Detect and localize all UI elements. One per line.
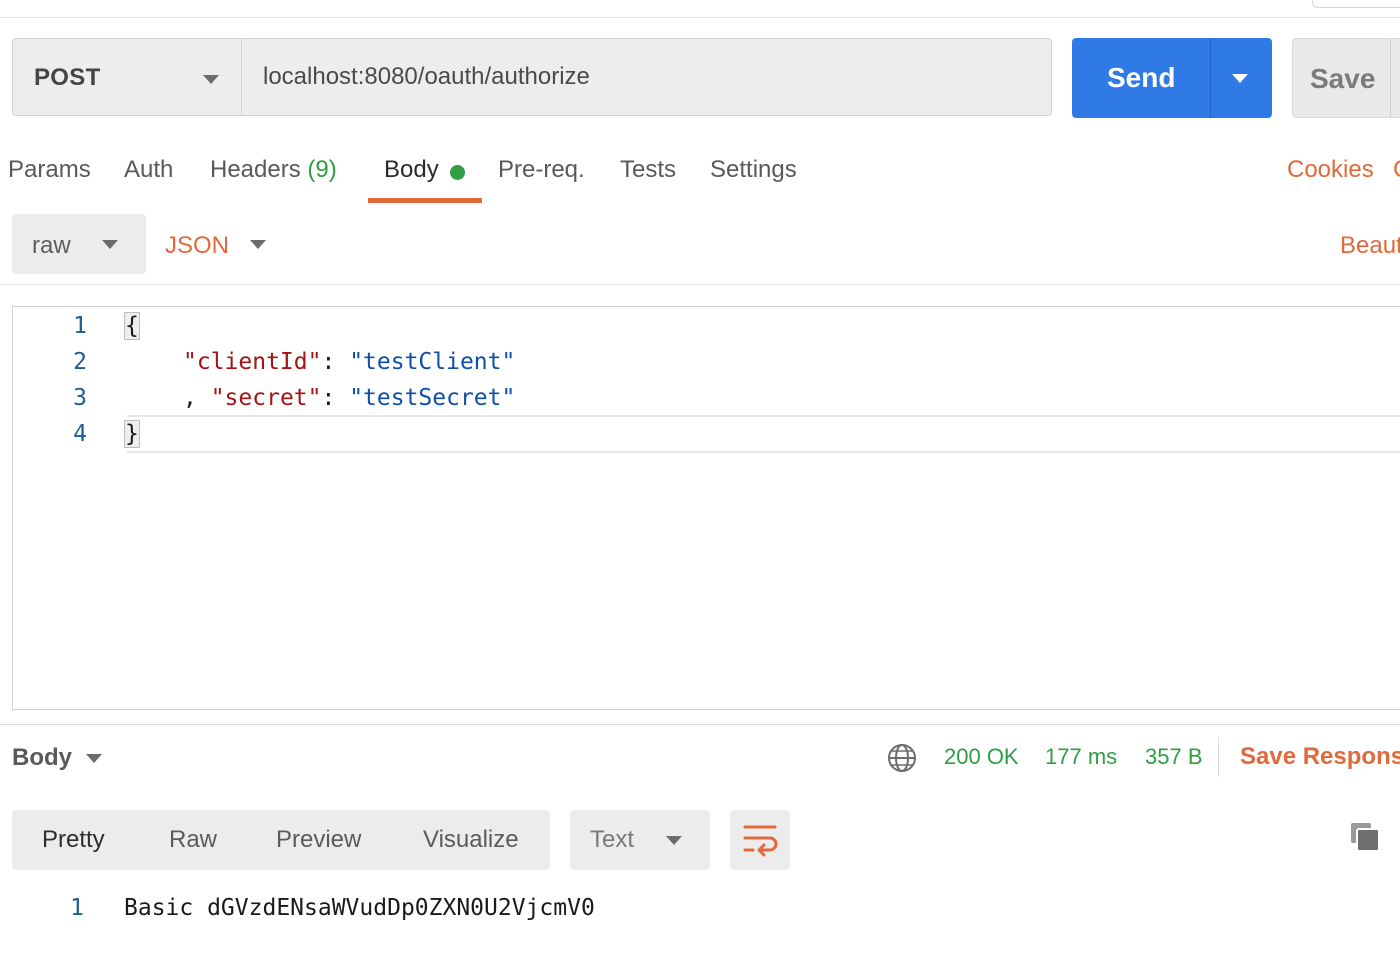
response-section-select[interactable]: Body xyxy=(12,744,72,772)
panel-divider[interactable] xyxy=(0,724,1400,725)
code-line-4: } xyxy=(124,420,140,448)
json-string: "testClient" xyxy=(349,349,516,375)
json-colon: : xyxy=(321,385,350,411)
json-comma: , xyxy=(183,385,211,411)
json-string: "testSecret" xyxy=(349,385,516,411)
send-label: Send xyxy=(1107,62,1176,93)
send-options-chevron-icon[interactable] xyxy=(1232,74,1248,83)
view-tab-preview[interactable]: Preview xyxy=(276,826,361,854)
top-right-control[interactable] xyxy=(1312,0,1400,8)
json-key: "clientId" xyxy=(183,349,322,375)
tab-headers[interactable]: Headers (9) xyxy=(210,156,337,184)
line-number: 4 xyxy=(73,421,87,447)
code-line-1: { xyxy=(124,312,140,340)
url-value: localhost:8080/oauth/authorize xyxy=(263,63,590,90)
language-select[interactable]: JSON xyxy=(165,232,229,260)
method-label: POST xyxy=(34,64,101,91)
tab-params[interactable]: Params xyxy=(8,156,91,184)
view-tab-raw[interactable]: Raw xyxy=(169,826,217,854)
body-active-dot-icon xyxy=(450,165,465,180)
status-code[interactable]: 200 OK xyxy=(944,744,1019,770)
json-colon: : xyxy=(321,349,350,375)
line-number: 2 xyxy=(73,349,87,375)
view-tab-pretty[interactable]: Pretty xyxy=(42,826,105,854)
beautify-link[interactable]: Beaut xyxy=(1340,232,1400,260)
response-body-text: Basic dGVzdENsaWVudDp0ZXN0U2VjcmV0 xyxy=(124,895,595,921)
line-number: 3 xyxy=(73,385,87,411)
save-response-button[interactable]: Save Respons xyxy=(1240,743,1400,771)
cookies-link[interactable]: Cookies xyxy=(1287,156,1374,184)
response-format-label: Text xyxy=(590,826,635,853)
request-body-editor[interactable]: 1 2 3 4 { "clientId": "testClient" , "se… xyxy=(12,306,1400,710)
response-format-select[interactable]: Text xyxy=(570,810,710,870)
response-size[interactable]: 357 B xyxy=(1145,744,1203,770)
chevron-down-icon xyxy=(102,240,118,249)
chevron-down-icon[interactable] xyxy=(86,754,102,763)
save-label: Save xyxy=(1310,63,1376,94)
copy-icon[interactable] xyxy=(1348,820,1382,854)
tab-headers-label: Headers xyxy=(210,156,301,183)
body-mode-select[interactable]: raw xyxy=(12,214,146,274)
chevron-down-icon[interactable] xyxy=(250,240,266,249)
divider xyxy=(1218,737,1219,777)
response-time[interactable]: 177 ms xyxy=(1045,744,1117,770)
wrap-lines-button[interactable] xyxy=(730,810,790,870)
top-divider xyxy=(0,17,1400,18)
line-number: 1 xyxy=(73,313,87,339)
url-input[interactable]: localhost:8080/oauth/authorize xyxy=(242,38,1052,116)
save-button[interactable]: Save xyxy=(1292,38,1400,118)
code-line-2: "clientId": "testClient" xyxy=(183,349,515,375)
chevron-down-icon xyxy=(203,75,219,84)
line-number: 1 xyxy=(70,895,84,921)
globe-icon[interactable] xyxy=(886,742,918,774)
json-key: "secret" xyxy=(210,385,322,411)
body-mode-label: raw xyxy=(32,232,71,259)
code-link-cut[interactable]: C xyxy=(1393,156,1400,184)
matched-brace: } xyxy=(124,420,140,448)
wrap-lines-icon xyxy=(743,825,778,857)
tab-body[interactable]: Body xyxy=(384,156,439,184)
chevron-down-icon xyxy=(666,836,682,845)
response-view-tabs: Pretty Raw Preview Visualize xyxy=(12,810,550,870)
active-tab-indicator xyxy=(368,198,482,203)
view-tab-visualize[interactable]: Visualize xyxy=(423,826,519,854)
divider xyxy=(0,284,1400,285)
tab-tests[interactable]: Tests xyxy=(620,156,676,184)
send-divider xyxy=(1210,38,1211,118)
tab-auth[interactable]: Auth xyxy=(124,156,173,184)
tab-settings[interactable]: Settings xyxy=(710,156,797,184)
send-button[interactable]: Send xyxy=(1072,38,1272,118)
save-divider xyxy=(1390,39,1391,117)
method-select[interactable]: POST xyxy=(12,38,242,116)
tab-prereq[interactable]: Pre-req. xyxy=(498,156,585,184)
headers-count-badge: (9) xyxy=(307,156,337,183)
code-line-3: , "secret": "testSecret" xyxy=(183,385,515,411)
matched-brace: { xyxy=(124,312,140,340)
active-line-highlight xyxy=(127,415,1400,453)
